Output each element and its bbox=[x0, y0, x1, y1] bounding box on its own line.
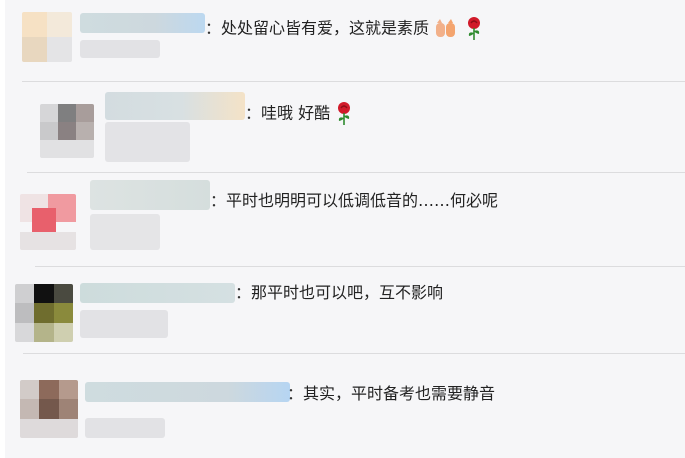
meta-blurred bbox=[80, 310, 168, 338]
avatar[interactable] bbox=[20, 194, 76, 250]
meta-blurred bbox=[105, 122, 190, 162]
divider bbox=[27, 172, 685, 173]
avatar[interactable] bbox=[22, 12, 72, 62]
comment-list: ：处处留心皆有爱，这就是素质 ：哇哦 好酷 ：平时也明明可以低调低音的……何必呢… bbox=[5, 0, 685, 458]
rose-icon bbox=[468, 17, 481, 40]
comment-text: ：平时也明明可以低调低音的……何必呢 bbox=[210, 191, 499, 210]
separator: ： bbox=[245, 103, 262, 123]
comment-text: ：其实，平时备考也需要静音 bbox=[287, 384, 496, 403]
comment-text: ：哇哦 好酷 bbox=[245, 101, 353, 127]
separator: ： bbox=[235, 283, 252, 302]
avatar[interactable] bbox=[40, 104, 94, 158]
separator: ： bbox=[287, 384, 304, 403]
meta-blurred bbox=[80, 40, 160, 58]
username-blurred[interactable] bbox=[80, 13, 205, 33]
comment-text: ：处处留心皆有爱，这就是素质 bbox=[205, 16, 483, 42]
comment-row: ：平时也明明可以低调低音的……何必呢 bbox=[5, 174, 685, 267]
comment-row: ：处处留心皆有爱，这就是素质 bbox=[5, 0, 685, 82]
comment-row: ：哇哦 好酷 bbox=[5, 82, 685, 174]
comment-row: ：那平时也可以吧，互不影响 bbox=[5, 266, 685, 366]
meta-blurred bbox=[85, 418, 165, 438]
meta-blurred bbox=[90, 214, 160, 250]
comment-text: ：那平时也可以吧，互不影响 bbox=[235, 283, 444, 302]
username-blurred[interactable] bbox=[90, 180, 210, 210]
divider bbox=[23, 353, 685, 354]
clap-hands-icon bbox=[436, 19, 456, 37]
separator: ： bbox=[210, 191, 227, 210]
username-blurred[interactable] bbox=[105, 92, 245, 120]
avatar[interactable] bbox=[15, 284, 73, 342]
separator: ： bbox=[205, 18, 222, 38]
comment-row: ：其实，平时备考也需要静音 bbox=[5, 366, 685, 458]
rose-icon bbox=[338, 102, 351, 125]
username-blurred[interactable] bbox=[80, 283, 235, 303]
username-blurred[interactable] bbox=[85, 382, 290, 402]
avatar[interactable] bbox=[20, 380, 78, 438]
